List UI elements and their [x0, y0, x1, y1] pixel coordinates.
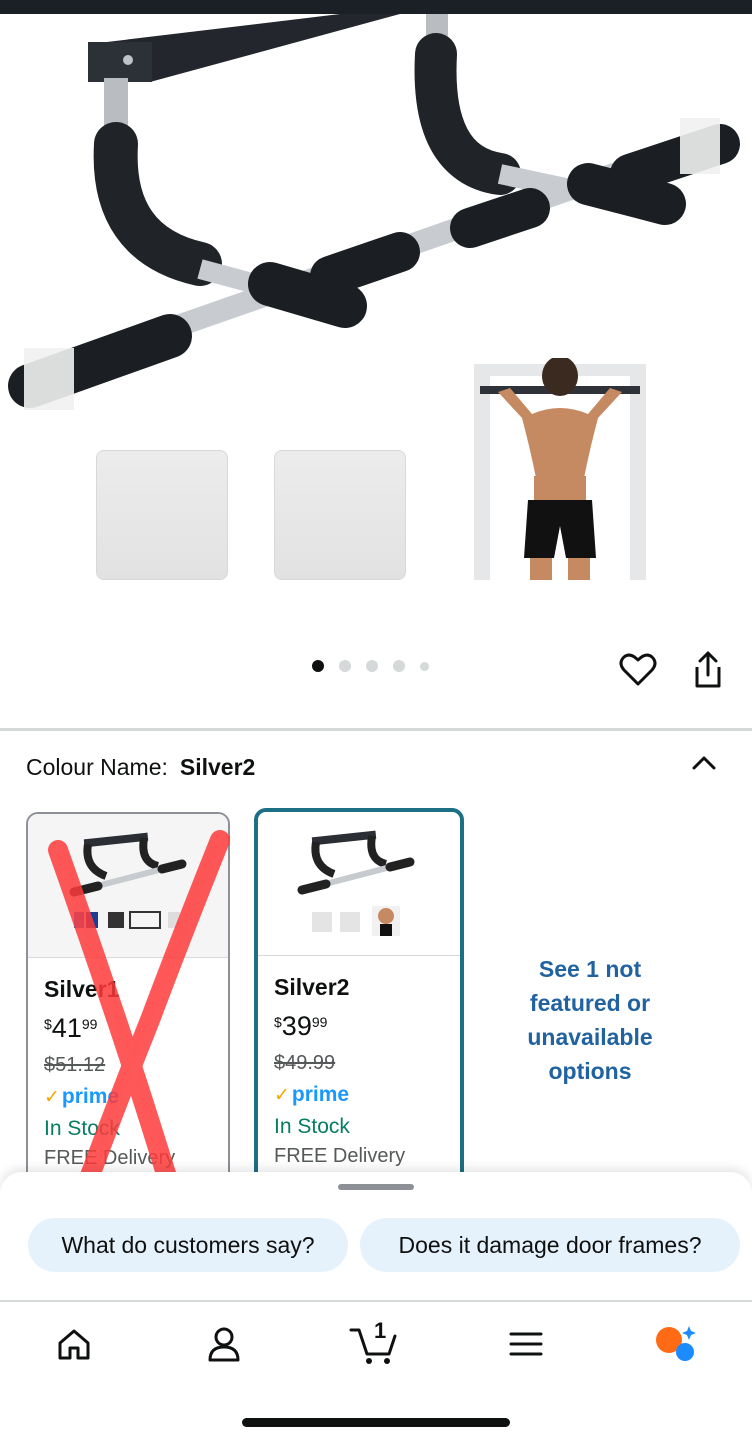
carousel-dot[interactable]: [420, 661, 429, 671]
carousel-dot[interactable]: [393, 660, 405, 672]
question-chip[interactable]: What do customers say?: [28, 1218, 348, 1272]
status-bar-strip: [0, 0, 752, 14]
section-divider: [0, 728, 752, 731]
door-mount-pad-image: [274, 450, 406, 580]
door-mount-pad-image: [96, 450, 228, 580]
cart-count: 1: [374, 1318, 387, 1343]
account-icon[interactable]: [194, 1322, 254, 1366]
prime-badge: ✓ prime: [274, 1083, 350, 1106]
variant-price: $39 99: [274, 1011, 328, 1041]
checkmark-icon: ✓: [44, 1086, 60, 1108]
colour-name-label: Colour Name:: [26, 754, 168, 780]
delivery-info: FREE Delivery: [44, 1147, 176, 1169]
home-icon[interactable]: [44, 1322, 104, 1366]
variant-image: [258, 812, 460, 956]
variant-name: Silver2: [274, 974, 350, 1000]
variant-list-price: $49.99: [274, 1052, 336, 1074]
variant-image: [28, 814, 228, 958]
door-frame-demo-image: [470, 358, 650, 580]
variant-card-silver2[interactable]: Silver2 $39 99 $49.99 ✓ prime In Stock FRE…: [254, 808, 464, 1208]
chevron-up-icon[interactable]: [686, 748, 722, 778]
carousel-dot-active[interactable]: [312, 660, 324, 672]
variant-price: $41 99: [44, 1013, 98, 1043]
variant-list-price: $51.12: [44, 1054, 106, 1076]
see-unavailable-options-link[interactable]: See 1 not featured or unavailable option…: [500, 952, 680, 1088]
carousel-dot[interactable]: [339, 660, 351, 672]
variant-name: Silver1: [44, 976, 120, 1002]
delivery-info: FREE Delivery: [274, 1145, 406, 1167]
stock-status: In Stock: [274, 1115, 350, 1138]
bottom-navigation: 1: [0, 1300, 752, 1440]
home-indicator[interactable]: [242, 1418, 510, 1427]
question-suggestions-sheet[interactable]: What do customers say? Does it damage do…: [0, 1172, 752, 1302]
heart-icon[interactable]: [616, 648, 660, 692]
carousel-dots[interactable]: [312, 660, 429, 672]
stock-status: In Stock: [44, 1117, 120, 1140]
question-chip[interactable]: Does it damage door frames?: [360, 1218, 740, 1272]
cart-icon[interactable]: 1: [344, 1318, 404, 1366]
sheet-drag-handle[interactable]: [338, 1184, 414, 1190]
rufus-icon[interactable]: [644, 1322, 704, 1366]
checkmark-icon: ✓: [274, 1084, 290, 1106]
product-image-gallery[interactable]: [0, 14, 752, 728]
share-icon[interactable]: [686, 648, 730, 692]
variant-card-silver1[interactable]: Silver1 $41 99 $51.12 ✓ prime In Stock FRE…: [26, 812, 230, 1212]
carousel-dot[interactable]: [366, 660, 378, 672]
colour-name-value: Silver2: [179, 754, 256, 780]
menu-icon[interactable]: [496, 1322, 556, 1366]
colour-name-row: Colour Name: Silver2: [26, 754, 255, 781]
prime-badge: ✓ prime: [44, 1085, 120, 1108]
